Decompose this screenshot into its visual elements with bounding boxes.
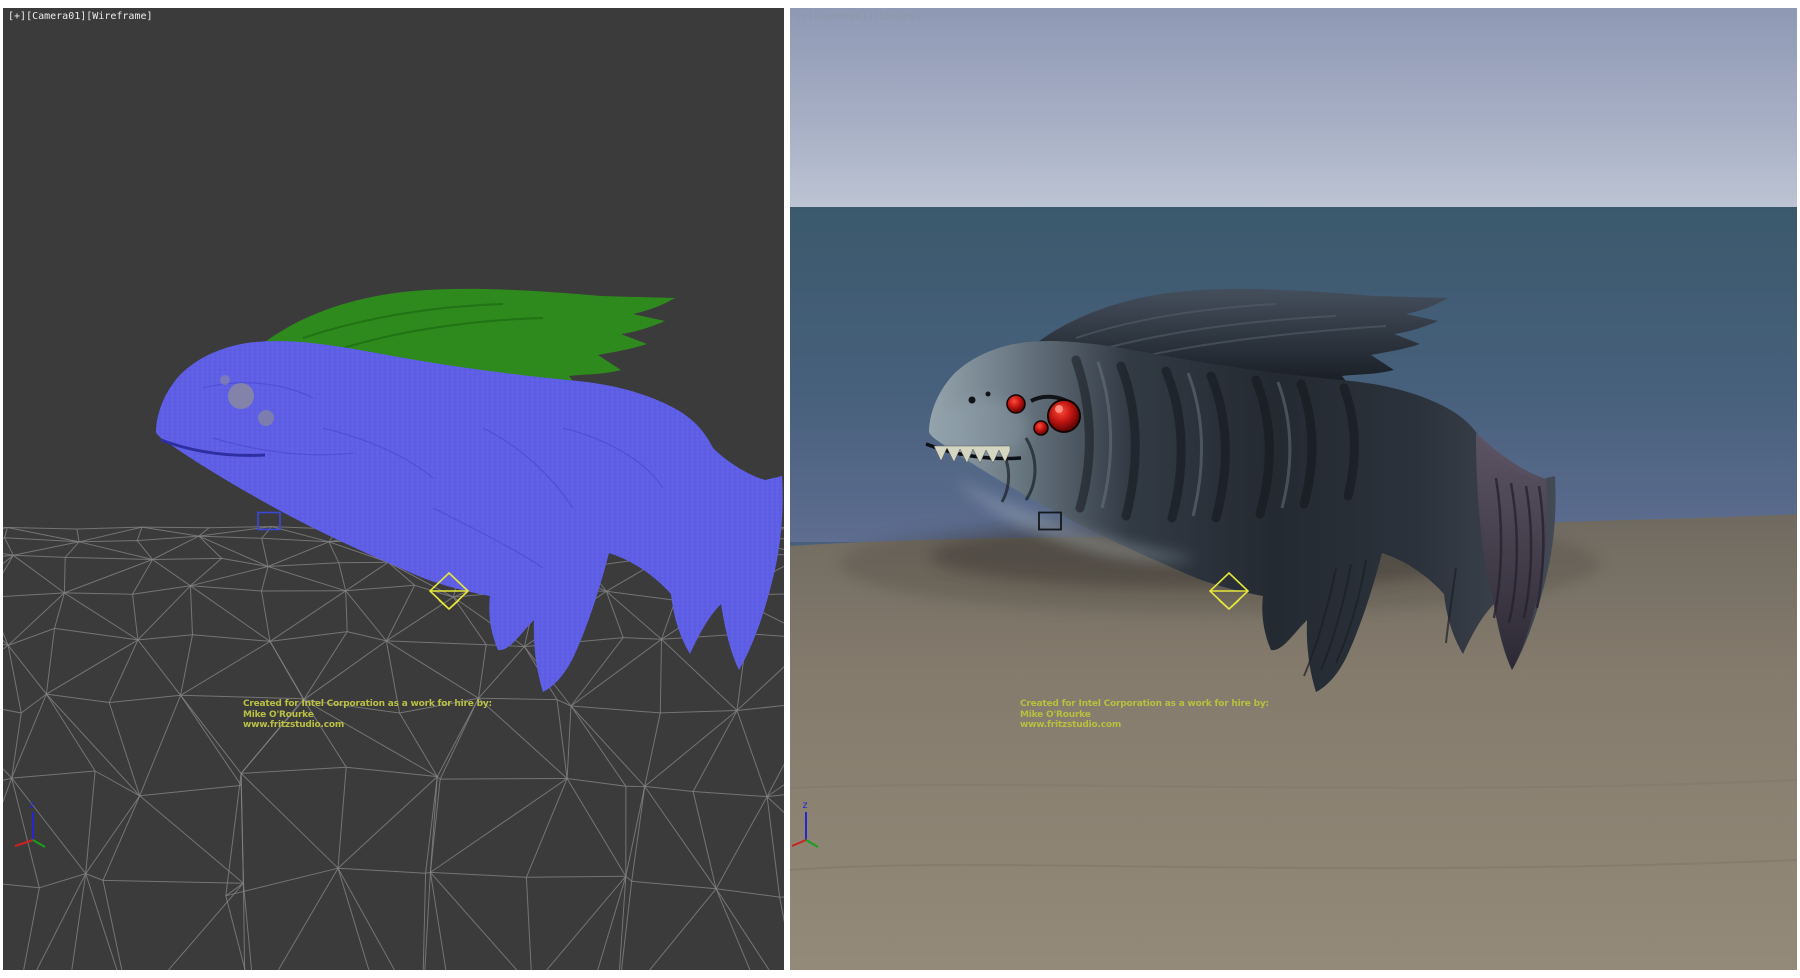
wireframe-scene [3,8,784,970]
fish-eye-medium [1007,395,1025,413]
credit-line-1: Created for Intel Corporation as a work … [243,699,492,710]
viewport-shaded[interactable]: [+][Camera01][Shaded] [790,8,1797,970]
fish-eye-spot-small [258,410,274,426]
viewport-camera-menu[interactable]: [Camera01] [813,11,873,22]
viewport-shading-menu[interactable]: [Shaded] [873,11,921,22]
axis-z-label: z [29,800,35,811]
viewport-label-right: [+][Camera01][Shaded] [795,11,921,22]
viewport-expand-menu[interactable]: [+] [8,11,26,22]
ground-grid-wireframe [3,526,784,970]
credit-line-1: Created for Intel Corporation as a work … [1020,699,1269,710]
viewport-wireframe[interactable]: [+][Camera01][Wireframe] [3,8,784,970]
viewport-shading-menu[interactable]: [Wireframe] [86,11,152,22]
shaded-scene [790,8,1797,970]
fish-eye-spot-large [228,383,254,409]
fish-spot [220,375,230,385]
nostril [986,392,991,397]
world-axis-tripod: z [790,792,846,852]
fish-eye-large [1048,400,1080,432]
scene-credits: Created for Intel Corporation as a work … [1020,699,1269,731]
scene-credits: Created for Intel Corporation as a work … [243,699,492,731]
viewport-expand-menu[interactable]: [+] [795,11,813,22]
eye-highlight [1055,405,1063,413]
credit-line-3: www.fritzstudio.com [1020,720,1269,731]
nostril [969,397,976,404]
fish-eye-small [1034,421,1048,435]
world-axis-tripod: z [3,792,73,852]
axis-z-label: z [802,800,808,811]
application-window: [+][Camera01][Wireframe] [0,0,1800,978]
viewport-label-left: [+][Camera01][Wireframe] [8,11,153,22]
credit-line-2: Mike O'Rourke [1020,710,1269,721]
viewport-camera-menu[interactable]: [Camera01] [26,11,86,22]
credit-line-2: Mike O'Rourke [243,710,492,721]
credit-line-3: www.fritzstudio.com [243,720,492,731]
